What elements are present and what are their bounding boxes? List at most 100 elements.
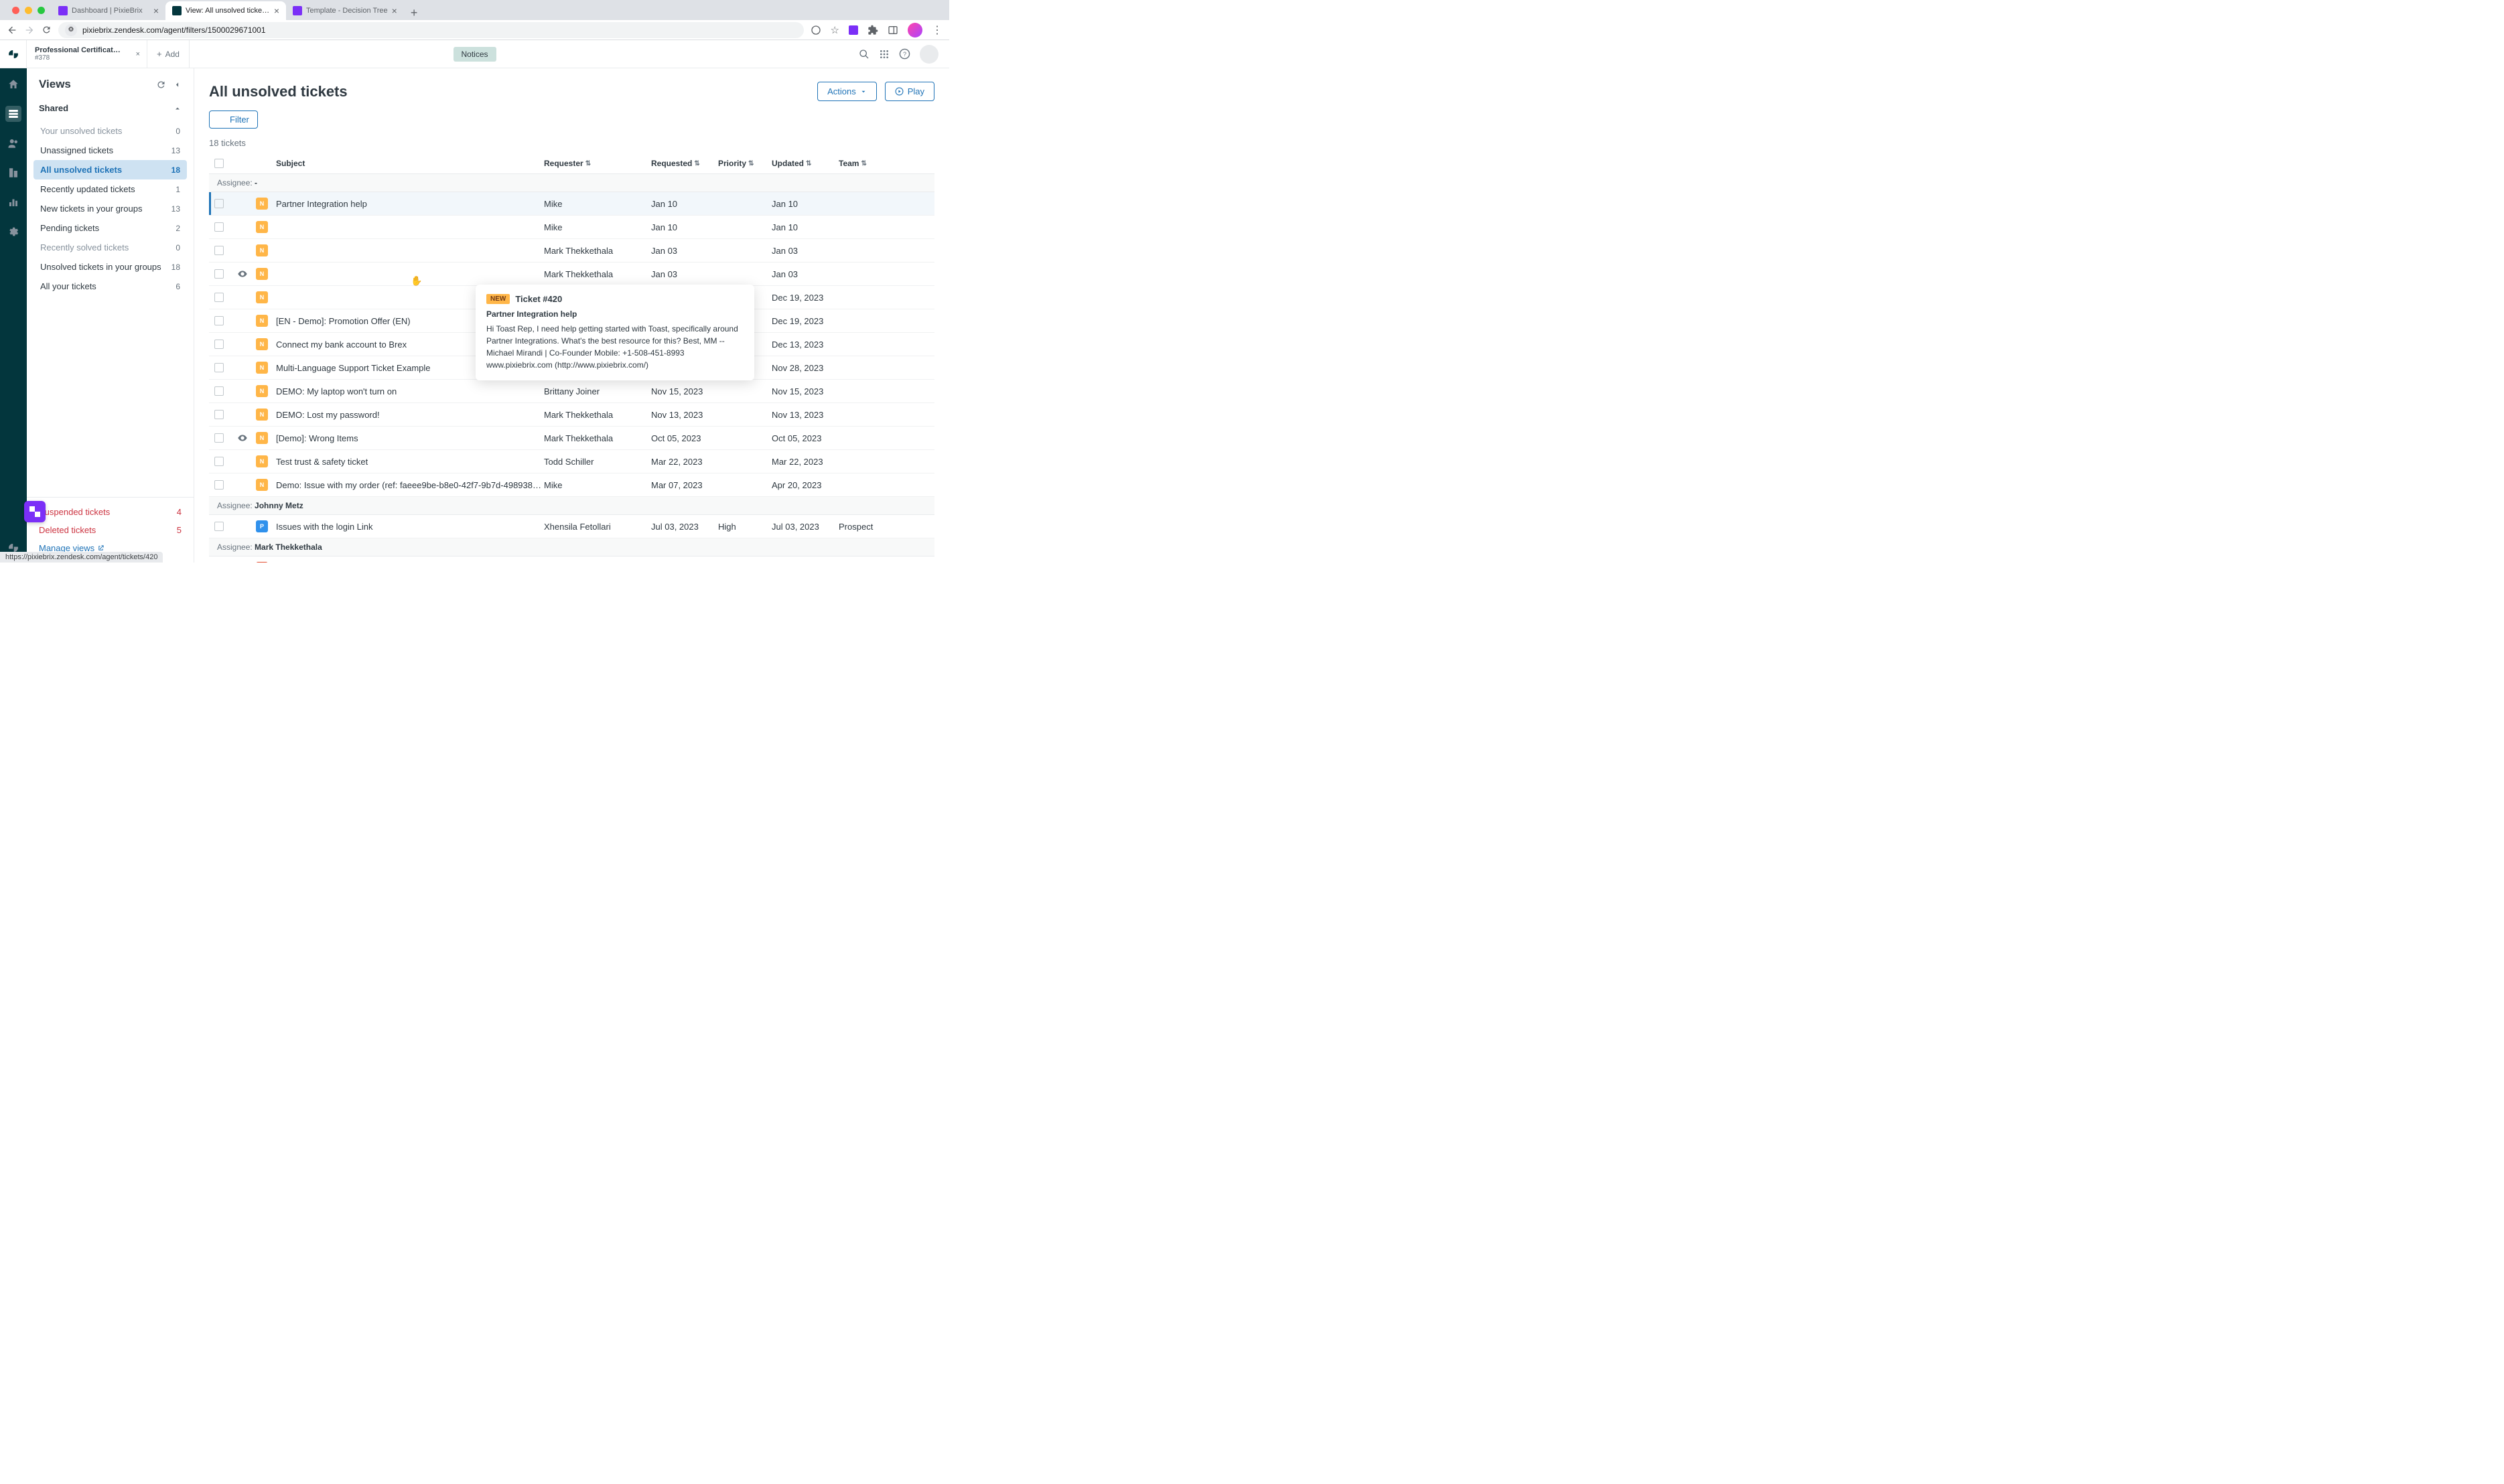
- preview-body: Hi Toast Rep, I need help getting starte…: [486, 323, 744, 371]
- col-team[interactable]: Team⇅: [839, 159, 906, 168]
- col-requester[interactable]: Requester⇅: [544, 159, 651, 168]
- notices-chip[interactable]: Notices: [453, 47, 496, 62]
- subject-cell: Partner Integration help: [276, 199, 544, 209]
- back-button[interactable]: [7, 25, 17, 35]
- search-icon[interactable]: [859, 49, 870, 60]
- row-checkbox[interactable]: [214, 363, 224, 372]
- sidebar-view-item[interactable]: All your tickets6: [33, 277, 187, 296]
- window-minimize[interactable]: [25, 7, 32, 14]
- close-icon[interactable]: ×: [136, 50, 140, 58]
- deleted-tickets[interactable]: Deleted tickets 5: [39, 521, 182, 539]
- plus-icon: +: [157, 49, 162, 59]
- ticket-row[interactable]: N DEMO: Lost my password! Mark Thekketha…: [209, 403, 934, 427]
- suspended-tickets[interactable]: Suspended tickets 4: [39, 503, 182, 521]
- zendesk-logo[interactable]: [0, 40, 27, 68]
- profile-avatar[interactable]: [908, 23, 922, 38]
- col-requested[interactable]: Requested⇅: [651, 159, 718, 168]
- close-icon[interactable]: ×: [392, 5, 397, 16]
- section-shared[interactable]: Shared: [27, 98, 194, 119]
- extensions-icon[interactable]: [867, 25, 878, 35]
- new-tab-button[interactable]: +: [404, 6, 425, 20]
- ticket-preview-popover: NEW Ticket #420 Partner Integration help…: [476, 285, 754, 380]
- col-subject[interactable]: Subject: [276, 159, 544, 168]
- nav-reporting[interactable]: [5, 194, 21, 210]
- url-text: pixiebrix.zendesk.com/agent/filters/1500…: [82, 25, 266, 35]
- ticket-row[interactable]: N DEMO: My laptop won't turn on Brittany…: [209, 380, 934, 403]
- forward-button[interactable]: [24, 25, 35, 35]
- browser-tab-template[interactable]: Template - Decision Tree ×: [286, 1, 404, 20]
- row-checkbox[interactable]: [214, 522, 224, 531]
- close-icon[interactable]: ×: [274, 5, 279, 16]
- sidebar-view-item[interactable]: Recently updated tickets1: [33, 179, 187, 199]
- col-priority[interactable]: Priority⇅: [718, 159, 772, 168]
- requester-cell: Mark Thekkethala: [544, 269, 651, 279]
- translate-icon[interactable]: [811, 25, 821, 35]
- col-updated[interactable]: Updated⇅: [772, 159, 839, 168]
- sidebar-view-item[interactable]: Unsolved tickets in your groups18: [33, 257, 187, 277]
- requester-cell: Mark Thekkethala: [544, 433, 651, 443]
- play-button[interactable]: Play: [885, 82, 934, 101]
- pixiebrix-widget[interactable]: [24, 501, 46, 522]
- help-icon[interactable]: ?: [899, 48, 910, 60]
- browser-tab-dashboard[interactable]: Dashboard | PixieBrix ×: [52, 1, 165, 20]
- ticket-row[interactable]: N Mark Thekkethala Jan 03 Jan 03: [209, 263, 934, 286]
- apps-icon[interactable]: [879, 49, 890, 60]
- collapse-icon[interactable]: [173, 80, 182, 89]
- sidebar-view-item[interactable]: New tickets in your groups13: [33, 199, 187, 218]
- row-checkbox[interactable]: [214, 340, 224, 349]
- row-checkbox[interactable]: [214, 199, 224, 208]
- row-checkbox[interactable]: [214, 433, 224, 443]
- sidepanel-icon[interactable]: [888, 25, 898, 35]
- sidebar-view-item[interactable]: Your unsolved tickets0: [33, 121, 187, 141]
- actions-button[interactable]: Actions: [817, 82, 877, 101]
- sidebar-view-item[interactable]: Pending tickets2: [33, 218, 187, 238]
- nav-admin[interactable]: [5, 224, 21, 240]
- view-count: 13: [171, 146, 180, 155]
- nav-views[interactable]: [5, 106, 21, 122]
- bookmark-icon[interactable]: ☆: [831, 24, 839, 36]
- add-tab-button[interactable]: + Add: [147, 40, 190, 68]
- browser-tab-zendesk[interactable]: View: All unsolved tickets – P ×: [165, 1, 286, 20]
- nav-customers[interactable]: [5, 135, 21, 151]
- ticket-row[interactable]: P Issues with the login Link Xhensila Fe…: [209, 515, 934, 538]
- menu-icon[interactable]: ⋮: [932, 23, 943, 37]
- ticket-row[interactable]: O Adjusting Job Titles Angelica De La Cr…: [209, 556, 934, 563]
- nav-organizations[interactable]: [5, 165, 21, 181]
- user-avatar[interactable]: [920, 45, 938, 64]
- refresh-icon[interactable]: [156, 80, 166, 90]
- zendesk-topbar: Professional Certificat… #378 × + Add No…: [0, 40, 949, 68]
- chevron-up-icon: [173, 104, 182, 113]
- select-all-checkbox[interactable]: [214, 159, 224, 168]
- filter-button[interactable]: Filter: [209, 110, 258, 129]
- ticket-row[interactable]: N [Demo]: Wrong Items Mark Thekkethala O…: [209, 427, 934, 450]
- close-icon[interactable]: ×: [153, 5, 159, 16]
- ticket-row[interactable]: N Partner Integration help Mike Jan 10 J…: [209, 192, 934, 216]
- row-checkbox[interactable]: [214, 246, 224, 255]
- ticket-row[interactable]: N Demo: Issue with my order (ref: faeee9…: [209, 473, 934, 497]
- row-checkbox[interactable]: [214, 410, 224, 419]
- row-checkbox[interactable]: [214, 386, 224, 396]
- row-checkbox[interactable]: [214, 222, 224, 232]
- workspace-tab[interactable]: Professional Certificat… #378 ×: [27, 40, 147, 68]
- ticket-row[interactable]: N Mark Thekkethala Jan 03 Jan 03: [209, 239, 934, 263]
- row-checkbox[interactable]: [214, 457, 224, 466]
- window-close[interactable]: [12, 7, 19, 14]
- group-row: Assignee: Johnny Metz: [209, 497, 934, 515]
- row-checkbox[interactable]: [214, 293, 224, 302]
- url-input[interactable]: ⚙ pixiebrix.zendesk.com/agent/filters/15…: [58, 22, 804, 38]
- site-info-icon[interactable]: ⚙: [65, 24, 77, 36]
- requested-cell: Nov 15, 2023: [651, 386, 718, 396]
- reload-button[interactable]: [42, 25, 52, 35]
- sidebar-view-item[interactable]: All unsolved tickets18: [33, 160, 187, 179]
- extension-icon[interactable]: [849, 25, 858, 35]
- sidebar-view-item[interactable]: Recently solved tickets0: [33, 238, 187, 257]
- row-checkbox[interactable]: [214, 480, 224, 490]
- ticket-row[interactable]: N Test trust & safety ticket Todd Schill…: [209, 450, 934, 473]
- window-maximize[interactable]: [38, 7, 45, 14]
- sidebar-view-item[interactable]: Unassigned tickets13: [33, 141, 187, 160]
- row-checkbox[interactable]: [214, 269, 224, 279]
- nav-home[interactable]: [5, 76, 21, 92]
- row-checkbox[interactable]: [214, 316, 224, 325]
- ticket-row[interactable]: N Mike Jan 10 Jan 10: [209, 216, 934, 239]
- status-badge: N: [256, 198, 268, 210]
